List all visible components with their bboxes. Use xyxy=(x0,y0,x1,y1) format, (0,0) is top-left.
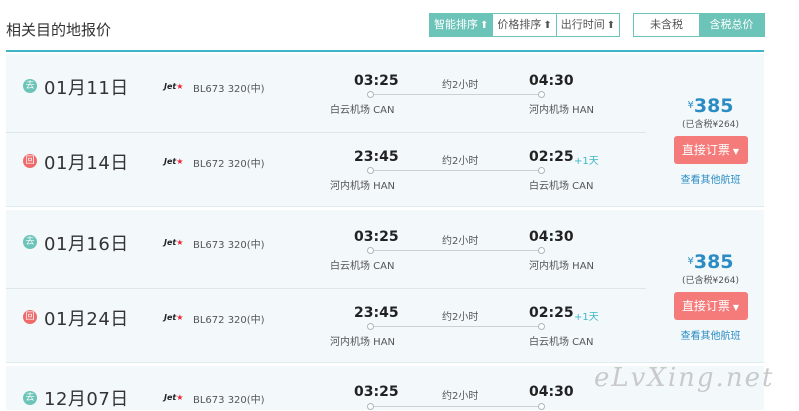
price-total: ¥385 xyxy=(687,95,734,117)
leg-date: 12月07日 xyxy=(44,389,129,410)
results-header: 相关目的地报价 智能排序 ⬆ 价格排序 ⬆ 出行时间 ⬆ 未含税 含税总价 xyxy=(0,0,799,54)
route-line xyxy=(370,326,542,327)
route-line xyxy=(370,170,542,171)
arrival-airport: 白云机场 CAN xyxy=(529,181,594,192)
flight-duration: 约2小时 xyxy=(442,80,479,91)
flight-duration: 约2小时 xyxy=(442,236,479,247)
return-badge: 回 xyxy=(23,154,37,168)
flight-number: BL673 320(中) xyxy=(193,240,265,251)
arrow-up-icon: ⬆ xyxy=(606,20,616,31)
departure-time: 03:25 xyxy=(354,229,399,245)
arrival-airport: 河内机场 HAN xyxy=(529,261,595,272)
header-divider xyxy=(6,50,764,52)
offer-card: 去 01月11日 Jet★ BL673 320(中) 03:25 约2小时 04… xyxy=(6,54,764,207)
sort-smart-button[interactable]: 智能排序 ⬆ xyxy=(430,14,494,36)
leg-date: 01月24日 xyxy=(44,309,129,330)
chevron-down-icon: ▼ xyxy=(732,303,740,312)
sort-time-button[interactable]: 出行时间 ⬆ xyxy=(556,14,620,36)
leg-date: 01月16日 xyxy=(44,234,129,255)
departure-airport: 河内机场 HAN xyxy=(330,337,396,348)
leg-date: 01月11日 xyxy=(44,78,129,99)
tax-note: (已含税¥264) xyxy=(682,120,739,130)
depart-badge: 去 xyxy=(23,235,37,249)
other-flights-link[interactable]: 查看其他航班 xyxy=(658,327,763,342)
flight-number: BL672 320(中) xyxy=(193,159,265,170)
departure-time: 03:25 xyxy=(354,384,399,400)
arrival-time: 02:25 xyxy=(529,305,574,321)
route-end-dot xyxy=(538,403,545,410)
route-end-dot xyxy=(538,167,545,174)
chevron-down-icon: ▼ xyxy=(732,147,740,156)
sort-price-label: 价格排序 xyxy=(497,18,542,31)
flight-number: BL673 320(中) xyxy=(193,395,265,406)
airline-logo: Jet★ xyxy=(164,157,184,166)
arrival-time: 02:25 xyxy=(529,149,574,165)
other-flights-link[interactable]: 查看其他航班 xyxy=(658,171,763,186)
route-start-dot xyxy=(367,403,374,410)
outbound-leg: 去 01月16日 Jet★ BL673 320(中) 03:25 约2小时 04… xyxy=(6,210,646,285)
flight-duration: 约2小时 xyxy=(442,156,479,167)
route-start-dot xyxy=(367,167,374,174)
outbound-leg: 去 12月07日 Jet★ BL673 320(中) 03:25 约2小时 04… xyxy=(6,366,646,410)
flight-number: BL673 320(中) xyxy=(193,84,265,95)
departure-airport: 白云机场 CAN xyxy=(330,105,395,116)
departure-time: 03:25 xyxy=(354,73,399,89)
flight-duration: 约2小时 xyxy=(442,312,479,323)
route-end-dot xyxy=(538,323,545,330)
book-button[interactable]: 直接订票 ▼ xyxy=(673,292,748,320)
watermark: eLvXing.net xyxy=(594,363,775,393)
leg-date: 01月14日 xyxy=(44,153,129,174)
return-leg: 回 01月24日 Jet★ BL672 320(中) 23:45 约2小时 02… xyxy=(6,288,646,363)
outbound-leg: 去 01月11日 Jet★ BL673 320(中) 03:25 约2小时 04… xyxy=(6,54,646,129)
arrow-up-icon: ⬆ xyxy=(543,20,552,31)
departure-airport: 白云机场 CAN xyxy=(330,261,395,272)
price-box: ¥385 (已含税¥264) 直接订票 ▼ 查看其他航班 xyxy=(658,96,763,186)
return-leg: 回 01月14日 Jet★ BL672 320(中) 23:45 约2小时 02… xyxy=(6,132,646,207)
with-tax-button[interactable]: 含税总价 xyxy=(699,14,764,36)
pre-tax-button[interactable]: 未含税 xyxy=(634,14,699,36)
airline-logo: Jet★ xyxy=(164,82,184,91)
page-title: 相关目的地报价 xyxy=(6,21,112,39)
tax-toggle: 未含税 含税总价 xyxy=(633,13,765,37)
route-line xyxy=(370,406,542,407)
route-line xyxy=(370,250,542,251)
departure-time: 23:45 xyxy=(354,305,399,321)
arrival-airport: 白云机场 CAN xyxy=(529,337,594,348)
flight-number: BL672 320(中) xyxy=(193,315,265,326)
flight-duration: 约2小时 xyxy=(442,391,479,402)
route-start-dot xyxy=(367,323,374,330)
tax-note: (已含税¥264) xyxy=(682,276,739,286)
arrival-time: 04:30 xyxy=(529,229,574,245)
arrival-airport: 河内机场 HAN xyxy=(529,105,595,116)
depart-badge: 去 xyxy=(23,79,37,93)
next-day-badge: +1天 xyxy=(574,312,599,323)
sort-time-label: 出行时间 xyxy=(560,18,605,31)
airline-logo: Jet★ xyxy=(164,313,184,322)
sort-toolbar: 智能排序 ⬆ 价格排序 ⬆ 出行时间 ⬆ xyxy=(429,13,621,37)
route-end-dot xyxy=(538,247,545,254)
return-badge: 回 xyxy=(23,310,37,324)
offer-card: 去 01月16日 Jet★ BL673 320(中) 03:25 约2小时 04… xyxy=(6,210,764,363)
route-end-dot xyxy=(538,91,545,98)
next-day-badge: +1天 xyxy=(574,156,599,167)
depart-badge: 去 xyxy=(23,391,37,405)
price-total: ¥385 xyxy=(687,251,734,273)
route-line xyxy=(370,94,542,95)
book-button[interactable]: 直接订票 ▼ xyxy=(673,136,748,164)
route-start-dot xyxy=(367,91,374,98)
departure-time: 23:45 xyxy=(354,149,399,165)
sort-smart-label: 智能排序 xyxy=(434,18,478,31)
arrow-up-icon: ⬆ xyxy=(480,20,489,31)
arrival-time: 04:30 xyxy=(529,73,574,89)
airline-logo: Jet★ xyxy=(164,393,184,402)
departure-airport: 河内机场 HAN xyxy=(330,181,396,192)
route-start-dot xyxy=(367,247,374,254)
price-box: ¥385 (已含税¥264) 直接订票 ▼ 查看其他航班 xyxy=(658,252,763,342)
sort-price-button[interactable]: 价格排序 ⬆ xyxy=(493,14,557,36)
arrival-time: 04:30 xyxy=(529,384,574,400)
airline-logo: Jet★ xyxy=(164,238,184,247)
